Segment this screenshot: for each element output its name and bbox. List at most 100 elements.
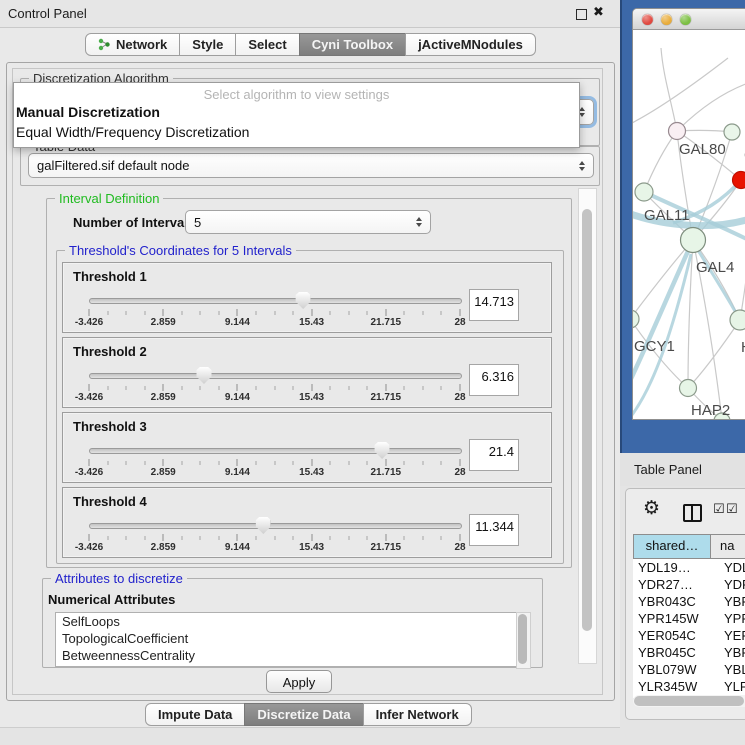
threshold-value-field[interactable]: 21.4 (469, 439, 519, 471)
scrollbar-thumb[interactable] (634, 696, 744, 706)
threshold-slider[interactable]: -3.4262.8599.14415.4321.71528 (89, 366, 460, 404)
gear-icon[interactable]: ⚙ (643, 497, 660, 520)
checkbox-icon[interactable]: ☑ (726, 501, 738, 517)
number-of-intervals-label: Number of Intervals (73, 215, 195, 230)
tab-cyni-toolbox[interactable]: Cyni Toolbox (299, 33, 406, 56)
network-node[interactable] (680, 380, 697, 397)
network-node[interactable] (635, 183, 653, 201)
network-edge[interactable] (633, 58, 728, 125)
tick-label: 28 (454, 317, 465, 328)
network-node[interactable] (633, 310, 639, 328)
table-row[interactable]: YBR045CYBR0 (633, 644, 745, 661)
slider-thumb[interactable] (197, 367, 212, 384)
table-row[interactable]: YDR27…YDR2 (633, 576, 745, 593)
threshold-value-field[interactable]: 11.344 (469, 514, 519, 546)
tab-discretize-data[interactable]: Discretize Data (244, 703, 363, 726)
cell-name[interactable]: YBL0 (714, 661, 745, 678)
network-edge[interactable] (644, 131, 677, 192)
node-label: GAL4 (696, 259, 734, 276)
cell-shared-name[interactable]: YBR045C (633, 644, 714, 661)
network-canvas[interactable]: GAL80GACGAL11GAL4GCY1HHAP2 (633, 30, 745, 420)
columns-icon[interactable] (683, 504, 702, 522)
algorithm-option[interactable]: Manual Discretization (14, 102, 579, 122)
apply-button[interactable]: Apply (266, 670, 332, 693)
network-edge[interactable] (693, 242, 740, 320)
cell-shared-name[interactable]: YDR27… (633, 576, 714, 593)
attributes-scrollbar[interactable] (516, 612, 531, 669)
close-icon[interactable]: ✖ (593, 4, 604, 20)
table-horizontal-scrollbar[interactable] (633, 695, 745, 707)
tick-mark (144, 461, 145, 465)
slider-tick-labels: -3.4262.8599.14415.4321.71528 (89, 317, 460, 329)
cell-shared-name[interactable]: YLR345W (633, 678, 714, 695)
float-icon[interactable] (576, 9, 587, 20)
mac-close-icon[interactable] (642, 14, 653, 25)
tab-label: Cyni Toolbox (312, 34, 393, 55)
tick-mark (181, 461, 182, 465)
network-node[interactable] (724, 124, 740, 140)
threshold-slider[interactable]: -3.4262.8599.14415.4321.71528 (89, 441, 460, 479)
column-header-shared-name[interactable]: shared… (633, 535, 711, 558)
threshold-slider[interactable]: -3.4262.8599.14415.4321.71528 (89, 516, 460, 554)
network-edge[interactable] (633, 254, 691, 420)
slider-thumb[interactable] (256, 517, 271, 534)
cell-name[interactable]: YDR2 (714, 576, 745, 593)
tab-jactivemnodules[interactable]: jActiveMNodules (405, 33, 536, 56)
network-edge[interactable] (688, 320, 740, 388)
table-row[interactable]: YER054CYER0 (633, 627, 745, 644)
cell-name[interactable]: YLR3 (714, 678, 745, 695)
threshold-value-field[interactable]: 14.713 (469, 289, 519, 321)
scrollbar-thumb[interactable] (582, 209, 592, 631)
tab-style[interactable]: Style (179, 33, 236, 56)
tab-impute-data[interactable]: Impute Data (145, 703, 245, 726)
cell-shared-name[interactable]: YBR043C (633, 593, 714, 610)
network-edge[interactable] (677, 82, 745, 131)
attribute-item[interactable]: SelfLoops (56, 613, 516, 630)
table-row[interactable]: YBR043CYBR0 (633, 593, 745, 610)
threshold-value-field[interactable]: 6.316 (469, 364, 519, 396)
mac-minimize-icon[interactable] (661, 14, 672, 25)
tick-mark (163, 459, 164, 466)
network-node[interactable] (730, 310, 745, 330)
checkbox-icon[interactable]: ☑ (713, 501, 725, 517)
tick-label: -3.426 (75, 317, 103, 328)
cell-shared-name[interactable]: YDL19… (633, 559, 714, 576)
table-row[interactable]: YBL079WYBL0 (633, 661, 745, 678)
tick-mark (144, 536, 145, 540)
network-node[interactable] (681, 228, 706, 253)
network-edge[interactable] (633, 240, 693, 385)
cell-name[interactable]: YPR1 (714, 610, 745, 627)
attribute-item[interactable]: BetweennessCentrality (56, 647, 516, 664)
network-edge[interactable] (740, 230, 745, 320)
slider-thumb[interactable] (296, 292, 311, 309)
network-node[interactable] (669, 123, 686, 140)
slider-thumb[interactable] (375, 442, 390, 459)
cell-shared-name[interactable]: YPR145W (633, 610, 714, 627)
tab-network[interactable]: Network (85, 33, 180, 56)
attribute-item[interactable]: TopologicalCoefficient (56, 630, 516, 647)
tab-infer-network[interactable]: Infer Network (363, 703, 472, 726)
tick-mark (404, 536, 405, 540)
cell-shared-name[interactable]: YBL079W (633, 661, 714, 678)
threshold-slider[interactable]: -3.4262.8599.14415.4321.71528 (89, 291, 460, 329)
cell-name[interactable]: YBR0 (714, 644, 745, 661)
table-row[interactable]: YLR345WYLR3 (633, 678, 745, 695)
column-header-name[interactable]: na (711, 535, 745, 558)
content-vertical-scrollbar[interactable] (578, 188, 597, 664)
cell-name[interactable]: YER0 (714, 627, 745, 644)
network-edge[interactable] (661, 48, 677, 131)
cell-name[interactable]: YBR0 (714, 593, 745, 610)
network-node[interactable] (733, 172, 745, 189)
cell-shared-name[interactable]: YER054C (633, 627, 714, 644)
attributes-listbox[interactable]: SelfLoopsTopologicalCoefficientBetweenne… (55, 612, 517, 667)
mac-zoom-icon[interactable] (680, 14, 691, 25)
table-row[interactable]: YPR145WYPR1 (633, 610, 745, 627)
number-of-intervals-combobox[interactable]: 5 (185, 210, 431, 234)
tick-mark (385, 459, 386, 466)
tab-select[interactable]: Select (235, 33, 299, 56)
table-row[interactable]: YDL19…YDL1 (633, 559, 745, 576)
scrollbar-thumb[interactable] (518, 614, 527, 664)
cell-name[interactable]: YDL1 (714, 559, 745, 576)
algorithm-option[interactable]: Equal Width/Frequency Discretization (14, 122, 579, 142)
table-data-combobox[interactable]: galFiltered.sif default node (28, 153, 594, 178)
